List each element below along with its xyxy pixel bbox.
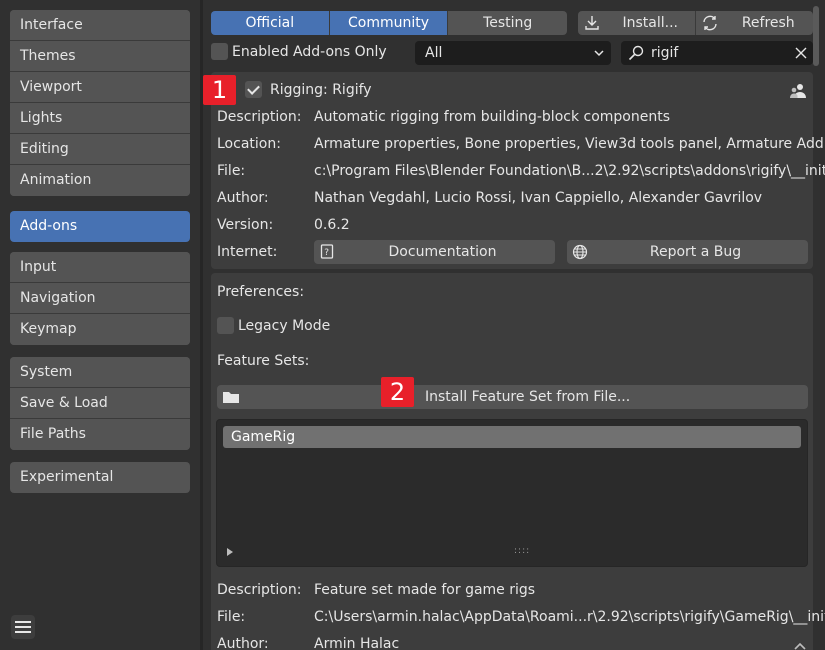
sidebar-item-input[interactable]: Input: [10, 252, 190, 283]
tab-testing[interactable]: Testing: [448, 11, 567, 35]
version-value: 0.6.2: [314, 217, 350, 233]
category-dropdown[interactable]: All: [415, 41, 611, 65]
enabled-only-label: Enabled Add-ons Only: [232, 43, 387, 60]
addon-preferences-panel: Preferences: Legacy Mode Feature Sets: I…: [211, 273, 825, 650]
category-value: All: [425, 45, 443, 61]
addon-enable-checkbox[interactable]: [245, 81, 262, 98]
expand-triangle-icon[interactable]: [227, 548, 233, 556]
addon-name: Rigging: Rigify: [270, 81, 372, 98]
sidebar-item-navigation[interactable]: Navigation: [10, 283, 190, 314]
sidebar-item-editing[interactable]: Editing: [10, 134, 190, 165]
search-input[interactable]: rigif: [621, 41, 813, 65]
sidebar-item-addons[interactable]: Add-ons: [10, 211, 190, 242]
install-feature-set-label: Install Feature Set from File...: [425, 389, 631, 405]
fs-file-key: File:: [217, 609, 246, 625]
chevron-down-icon: [593, 47, 605, 63]
addon-author-row: Author: Nathan Vegdahl, Lucio Rossi, Ivan…: [217, 190, 762, 206]
sidebar-item-animation[interactable]: Animation: [10, 165, 190, 196]
install-button[interactable]: Install...: [578, 11, 696, 35]
legacy-mode-label: Legacy Mode: [238, 317, 331, 334]
addon-rigify-panel: Rigging: Rigify Description: Automatic ri…: [211, 72, 825, 269]
install-label: Install...: [622, 15, 679, 31]
download-icon: [578, 15, 606, 31]
folder-icon: [217, 389, 245, 405]
search-icon: [621, 45, 651, 61]
hamburger-icon[interactable]: [11, 615, 35, 639]
internet-key: Internet:: [217, 244, 278, 260]
source-tabs: Official Community Testing: [211, 11, 567, 35]
refresh-label: Refresh: [741, 15, 795, 31]
addons-main-panel: Official Community Testing Install... Re…: [203, 0, 825, 650]
sidebar-item-save-load[interactable]: Save & Load: [10, 388, 190, 419]
location-key: Location:: [217, 136, 281, 152]
addon-internet-row: Internet:: [217, 244, 314, 260]
report-bug-label: Report a Bug: [649, 244, 742, 260]
help-book-icon: ?: [314, 244, 340, 260]
sidebar-item-themes[interactable]: Themes: [10, 41, 190, 72]
search-value: rigif: [651, 45, 679, 61]
refresh-icon: [696, 15, 724, 31]
author-key: Author:: [217, 190, 269, 206]
feature-set-author-row: Author: Armin Halac: [217, 636, 399, 650]
sidebar-item-keymap[interactable]: Keymap: [10, 314, 190, 345]
preferences-sidebar: Interface Themes Viewport Lights Editing…: [0, 0, 200, 650]
sidebar-item-file-paths[interactable]: File Paths: [10, 419, 190, 450]
feature-sets-label: Feature Sets:: [217, 353, 310, 369]
resize-grip-icon[interactable]: ::::: [514, 546, 530, 556]
description-value: Automatic rigging from building-block co…: [314, 109, 671, 125]
report-bug-button[interactable]: Report a Bug: [567, 240, 808, 264]
clear-search-icon[interactable]: [793, 45, 809, 65]
sidebar-item-lights[interactable]: Lights: [10, 103, 190, 134]
description-key: Description:: [217, 109, 302, 125]
sidebar-group-system: System Save & Load File Paths: [10, 357, 190, 450]
enabled-only-toggle[interactable]: Enabled Add-ons Only: [211, 43, 387, 60]
svg-text:?: ?: [324, 248, 329, 258]
version-key: Version:: [217, 217, 274, 233]
addon-version-row: Version: 0.6.2: [217, 217, 350, 233]
annotation-marker-2: 2: [381, 377, 414, 407]
scrollbar[interactable]: [813, 6, 819, 66]
sidebar-group-interface: Interface Themes Viewport Lights Editing…: [10, 10, 190, 196]
documentation-button[interactable]: ? Documentation: [314, 240, 555, 264]
addon-description-row: Description: Automatic rigging from build…: [217, 109, 670, 125]
community-user-icon: [789, 82, 807, 104]
addon-location-row: Location: Armature properties, Bone prope…: [217, 136, 825, 152]
fs-author-key: Author:: [217, 636, 269, 650]
sidebar-group-experimental: Experimental: [10, 462, 190, 493]
sidebar-item-experimental[interactable]: Experimental: [10, 462, 190, 493]
fs-description-value: Feature set made for game rigs: [314, 582, 536, 598]
tab-official[interactable]: Official: [211, 11, 330, 35]
tab-community[interactable]: Community: [329, 11, 449, 35]
action-buttons: Install... Refresh: [578, 11, 813, 35]
annotation-marker-1: 1: [203, 75, 236, 105]
feature-set-file-row: File: C:\Users\armin.halac\AppData\Roami.…: [217, 609, 825, 625]
fs-author-value: Armin Halac: [314, 636, 400, 650]
sidebar-item-viewport[interactable]: Viewport: [10, 72, 190, 103]
location-value: Armature properties, Bone properties, Vi…: [314, 136, 825, 152]
file-key: File:: [217, 163, 246, 179]
sidebar-item-system[interactable]: System: [10, 357, 190, 388]
author-value: Nathan Vegdahl, Lucio Rossi, Ivan Cappie…: [314, 190, 763, 206]
fs-description-key: Description:: [217, 582, 302, 598]
refresh-button[interactable]: Refresh: [695, 11, 813, 35]
addon-file-row: File: c:\Program Files\Blender Foundation…: [217, 163, 825, 179]
feature-set-list: GameRig ::::: [216, 419, 808, 567]
install-feature-set-button[interactable]: Install Feature Set from File...: [217, 385, 808, 409]
enabled-only-checkbox[interactable]: [211, 43, 228, 60]
legacy-mode-checkbox[interactable]: [217, 317, 234, 334]
list-item[interactable]: GameRig: [223, 426, 801, 448]
sidebar-item-interface[interactable]: Interface: [10, 10, 190, 41]
addon-header: Rigging: Rigify: [245, 81, 372, 98]
feature-set-description-row: Description: Feature set made for game ri…: [217, 582, 535, 598]
chevron-up-icon[interactable]: [793, 639, 807, 650]
sidebar-group-addons: Add-ons: [10, 211, 190, 242]
preferences-title: Preferences:: [217, 284, 305, 300]
fs-file-value: C:\Users\armin.halac\AppData\Roami...r\2…: [314, 609, 825, 625]
documentation-label: Documentation: [388, 244, 497, 260]
sidebar-group-input: Input Navigation Keymap: [10, 252, 190, 345]
legacy-mode-toggle[interactable]: Legacy Mode: [217, 317, 330, 334]
file-value: c:\Program Files\Blender Foundation\B...…: [314, 163, 825, 179]
globe-icon: [567, 244, 593, 260]
